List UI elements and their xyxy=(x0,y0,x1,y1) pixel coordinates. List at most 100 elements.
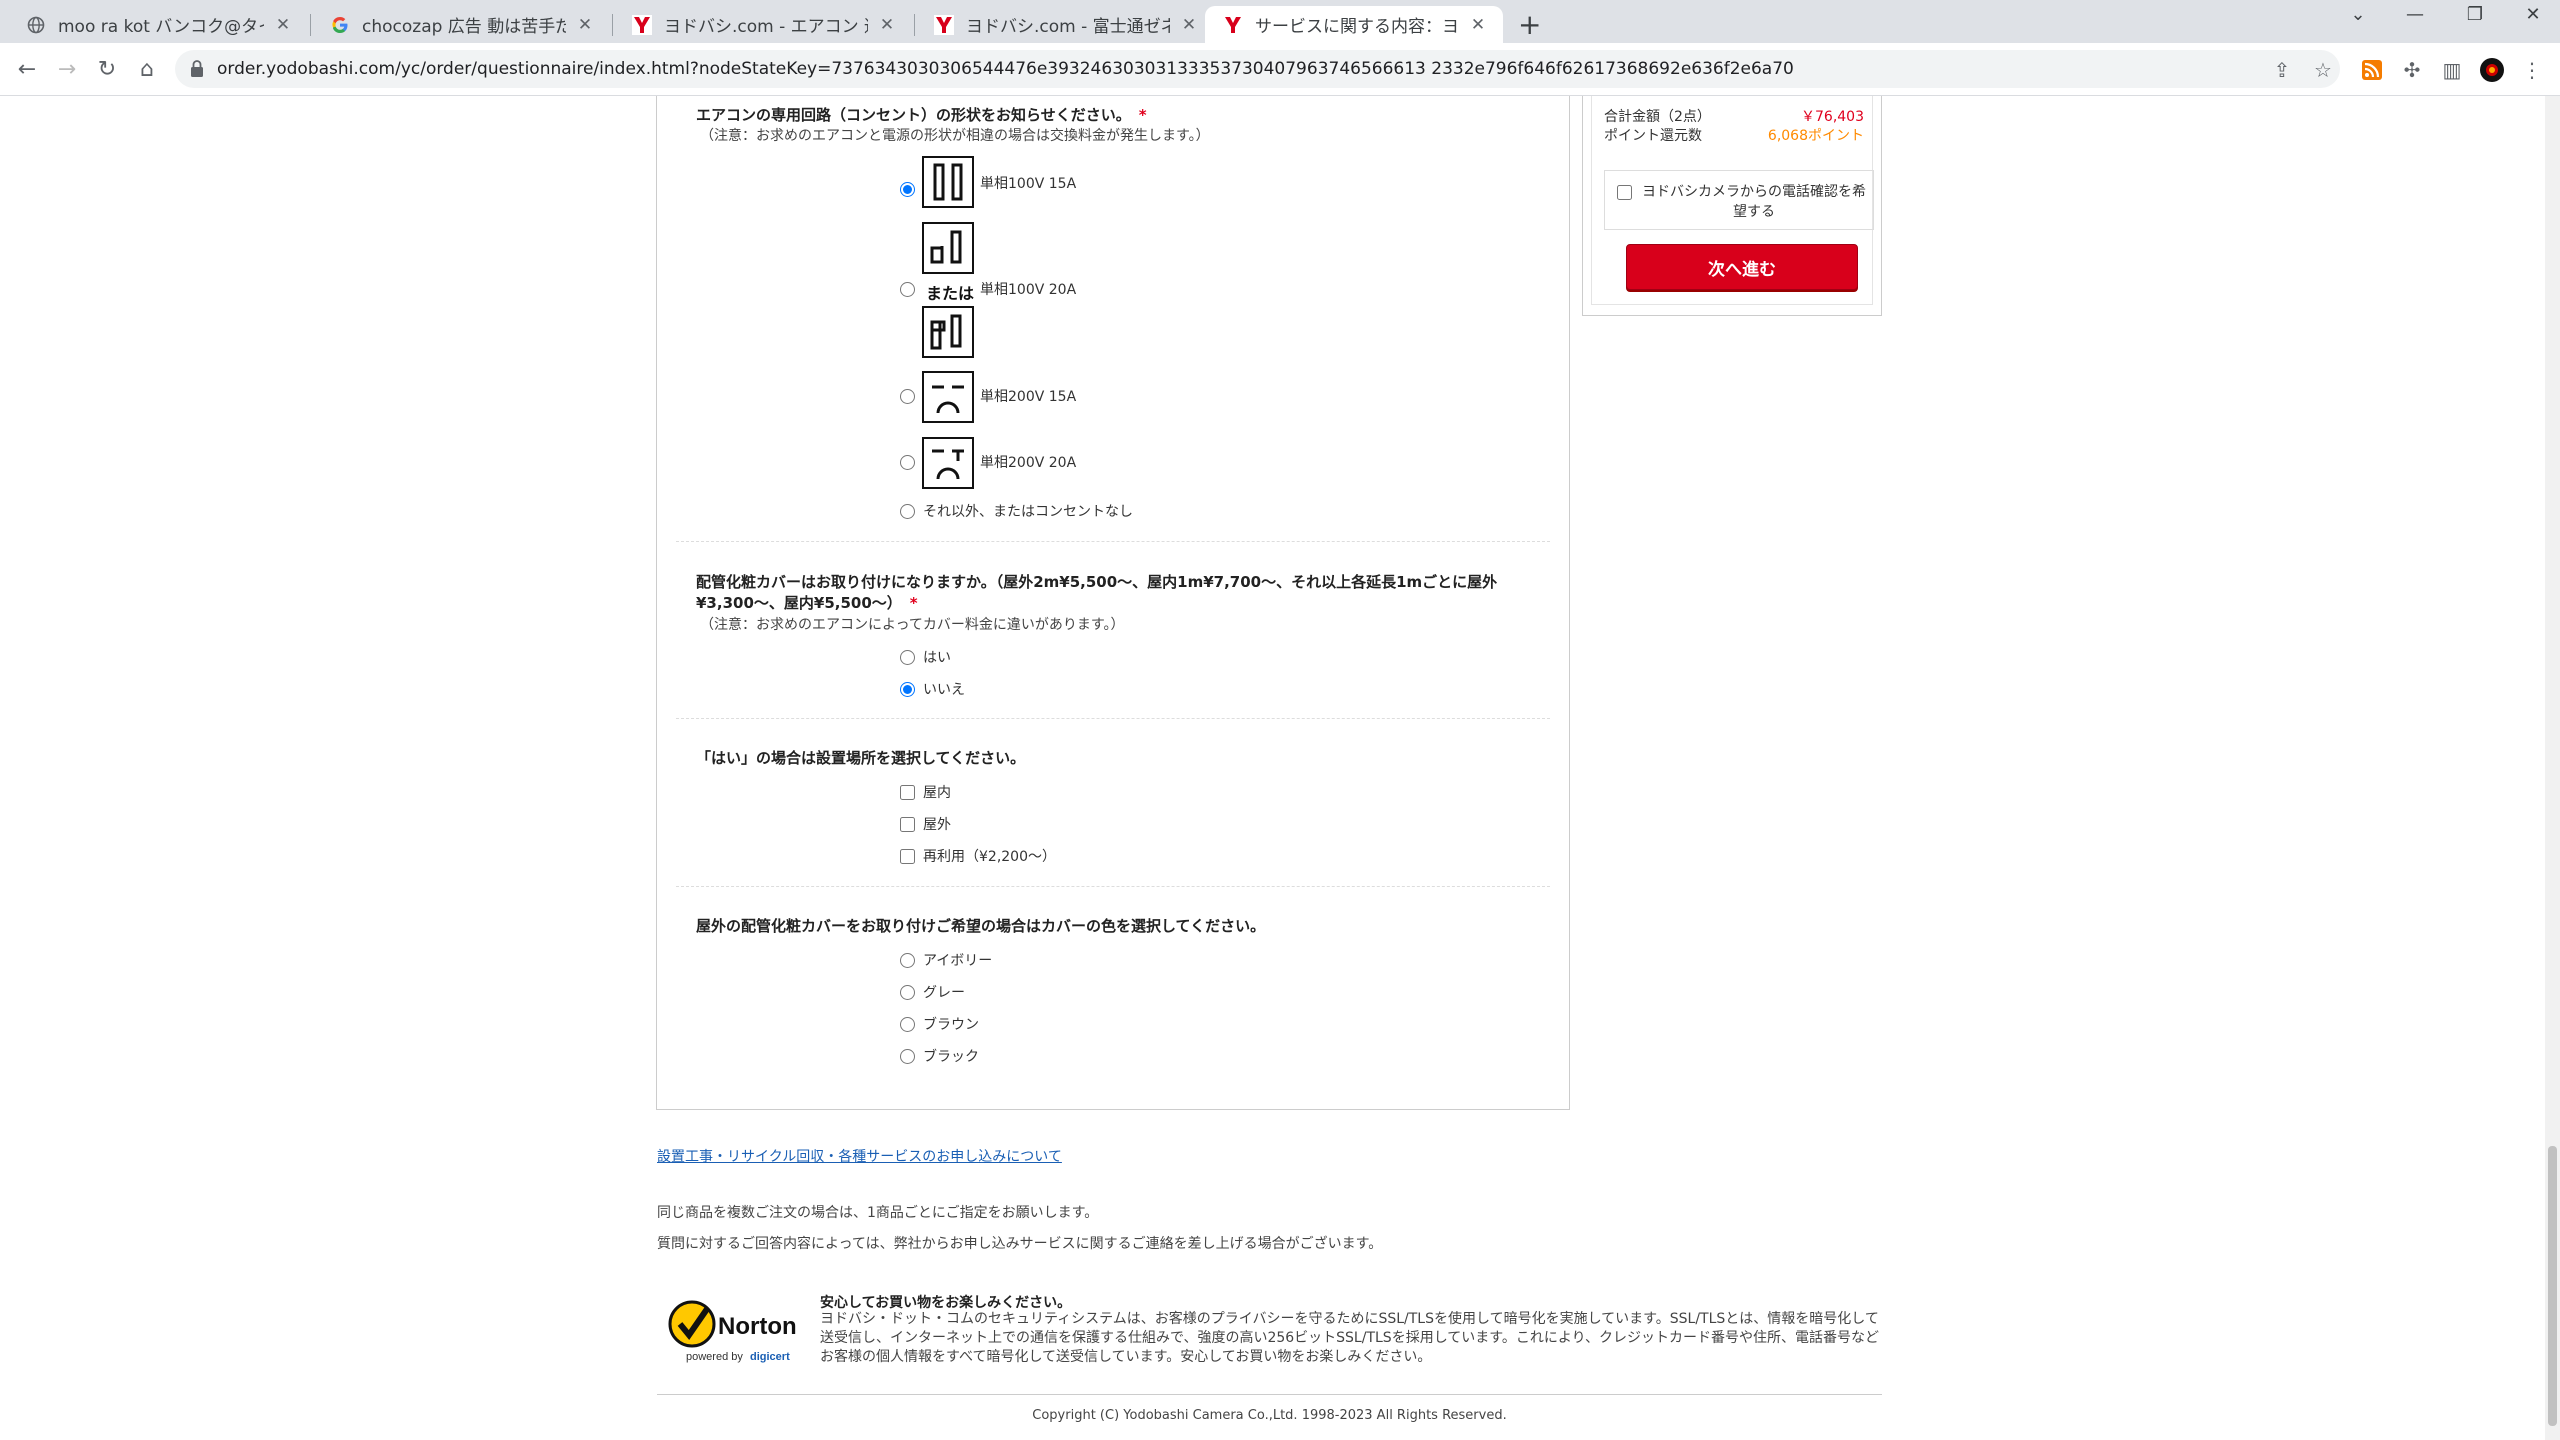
pipe-cover-option-yes[interactable]: はい xyxy=(900,647,951,667)
color-option-brown[interactable]: ブラウン xyxy=(900,1014,979,1034)
option-label: 再利用（¥2,200〜） xyxy=(923,849,1056,865)
color-option-ivory[interactable]: アイボリー xyxy=(900,950,992,970)
tab-5-active[interactable]: サービスに関する内容：ヨドバシ.ドッ ✕ xyxy=(1205,6,1503,43)
color-radio[interactable] xyxy=(900,952,915,968)
close-window-button[interactable]: ✕ xyxy=(2518,4,2548,25)
option-label: グレー xyxy=(923,985,965,1001)
share-icon[interactable]: ⇪ xyxy=(2267,55,2297,85)
address-bar[interactable]: order.yodobashi.com/yc/order/questionnai… xyxy=(175,50,2340,88)
tab-1[interactable]: moo ra kot バンコク@タイ在住／非 ✕ xyxy=(8,6,308,43)
globe-icon xyxy=(26,15,46,35)
total-label: 合計金額（2点） xyxy=(1604,109,1711,125)
outlet-radio[interactable] xyxy=(900,182,915,197)
info-text-1: 同じ商品を複数ご注文の場合は、1商品ごとにご指定をお願いします。 xyxy=(657,1205,1099,1221)
order-summary-panel: 合計金額（2点） ￥76,403 ポイント還元数 6,068ポイント ヨドバシカ… xyxy=(1582,96,1882,316)
norton-seal[interactable]: Norton powered by digicert xyxy=(668,1294,808,1366)
outlet-option-none[interactable]: それ以外、またはコンセントなし xyxy=(900,501,1133,521)
outlet-option-200v-20a[interactable] xyxy=(900,455,923,470)
bookmark-star-icon[interactable]: ☆ xyxy=(2308,55,2338,85)
svg-text:powered by: powered by xyxy=(686,1351,743,1363)
location-checkbox[interactable] xyxy=(900,816,915,832)
security-body: ヨドバシ・ドット・コムのセキュリティシステムは、お客様のプライバシーを守るために… xyxy=(820,1311,1880,1365)
outlet-radio[interactable] xyxy=(900,282,915,297)
next-button[interactable]: 次へ進む xyxy=(1626,244,1858,290)
location-option-outdoor[interactable]: 屋外 xyxy=(900,814,951,834)
close-icon[interactable]: ✕ xyxy=(1467,15,1489,35)
reload-icon[interactable]: ↻ xyxy=(92,55,122,85)
required-mark: * xyxy=(1138,106,1147,124)
tab-3[interactable]: ヨドバシ.com - エアコン 通販【全品 ✕ xyxy=(614,6,912,43)
question-note: （注意：お求めのエアコンと電源の形状が相違の場合は交換料金が発生します。） xyxy=(700,128,1210,144)
option-label: ブラック xyxy=(923,1049,979,1065)
close-icon[interactable]: ✕ xyxy=(574,15,596,35)
yodobashi-icon xyxy=(1223,14,1243,35)
location-checkbox[interactable] xyxy=(900,784,915,800)
home-icon[interactable]: ⌂ xyxy=(132,55,162,85)
question-install-location: 「はい」の場合は設置場所を選択してください。 xyxy=(696,749,1026,767)
back-icon[interactable]: ← xyxy=(12,55,42,85)
tab-title: moo ra kot バンコク@タイ在住／非 xyxy=(58,17,264,37)
outlet-option-100v-15a[interactable] xyxy=(900,182,923,197)
phone-confirm-checkbox[interactable] xyxy=(1617,185,1632,200)
close-icon[interactable]: ✕ xyxy=(1178,15,1200,35)
option-label: はい xyxy=(923,650,951,666)
service-info-link[interactable]: 設置工事・リサイクル回収・各種サービスのお申し込みについて xyxy=(657,1146,1062,1166)
option-label: いいえ xyxy=(923,682,965,698)
scrollbar-thumb[interactable] xyxy=(2548,1146,2557,1426)
info-text-2: 質問に対するご回答内容によっては、弊社からお申し込みサービスに関するご連絡を差し… xyxy=(657,1236,1383,1252)
tab-search-icon[interactable]: ⌄ xyxy=(2343,4,2373,25)
yodobashi-icon xyxy=(632,14,652,35)
divider xyxy=(676,718,1550,719)
svg-text:digicert: digicert xyxy=(750,1351,790,1363)
extensions-icon[interactable]: ✣ xyxy=(2397,55,2427,85)
option-label: 単相100V 20A xyxy=(980,282,1077,298)
close-icon[interactable]: ✕ xyxy=(876,15,898,35)
restore-button[interactable]: ❐ xyxy=(2460,4,2490,25)
points-value: 6,068ポイント xyxy=(1767,128,1864,144)
outlet-option-200v-15a[interactable] xyxy=(900,389,923,404)
copyright: Copyright (C) Yodobashi Camera Co.,Ltd. … xyxy=(1032,1408,1507,1423)
tab-4[interactable]: ヨドバシ.com - 富士通ゼネラル FUJ ✕ xyxy=(916,6,1214,43)
close-icon[interactable]: ✕ xyxy=(272,15,294,35)
color-radio[interactable] xyxy=(900,1048,915,1064)
outlet-100v-20a-icon-a xyxy=(922,222,974,274)
phone-confirm-option[interactable]: ヨドバシカメラからの電話確認を希望する xyxy=(1604,170,1874,230)
vertical-scrollbar[interactable] xyxy=(2545,96,2560,1440)
footer-divider xyxy=(657,1394,1882,1395)
pipe-cover-radio[interactable] xyxy=(900,681,915,697)
outlet-radio[interactable] xyxy=(900,455,915,470)
option-label: 単相100V 15A xyxy=(980,176,1077,192)
outlet-100v-20a-icon-b xyxy=(922,306,974,358)
menu-icon[interactable]: ⋮ xyxy=(2517,55,2547,85)
question-pipe-cover: 配管化粧カバーはお取り付けになりますか。（屋外2m¥5,500〜、屋内1m¥7,… xyxy=(696,573,1498,612)
color-option-black[interactable]: ブラック xyxy=(900,1046,979,1066)
minimize-button[interactable]: — xyxy=(2400,4,2430,25)
required-mark: * xyxy=(909,594,918,612)
forward-icon[interactable]: → xyxy=(52,55,82,85)
tab-2[interactable]: chocozap 広告 動は苦手だけどス ✕ xyxy=(312,6,610,43)
yodobashi-icon xyxy=(934,14,954,35)
outlet-100v-15a-icon xyxy=(922,156,974,208)
pipe-cover-radio[interactable] xyxy=(900,649,915,665)
divider xyxy=(676,886,1550,887)
location-option-indoor[interactable]: 屋内 xyxy=(900,782,951,802)
color-radio[interactable] xyxy=(900,984,915,1000)
side-panel-icon[interactable]: ▥ xyxy=(2437,55,2467,85)
color-option-gray[interactable]: グレー xyxy=(900,982,965,1002)
avatar[interactable] xyxy=(2477,55,2507,85)
outlet-200v-20a-icon xyxy=(922,437,974,489)
outlet-radio[interactable] xyxy=(900,389,915,404)
pipe-cover-option-no[interactable]: いいえ xyxy=(900,679,965,699)
new-tab-button[interactable]: + xyxy=(1518,8,1541,41)
tab-title: サービスに関する内容：ヨドバシ.ドッ xyxy=(1255,17,1459,37)
outlet-radio[interactable] xyxy=(900,503,915,519)
color-radio[interactable] xyxy=(900,1016,915,1032)
or-label: または xyxy=(926,284,975,303)
location-option-reuse[interactable]: 再利用（¥2,200〜） xyxy=(900,846,1056,866)
rss-extension-icon[interactable] xyxy=(2357,55,2387,85)
option-label: 屋内 xyxy=(923,785,951,801)
option-label: ブラウン xyxy=(923,1017,979,1033)
outlet-option-100v-20a[interactable] xyxy=(900,282,923,297)
tab-title: chocozap 広告 動は苦手だけどス xyxy=(362,17,566,37)
location-checkbox[interactable] xyxy=(900,848,915,864)
